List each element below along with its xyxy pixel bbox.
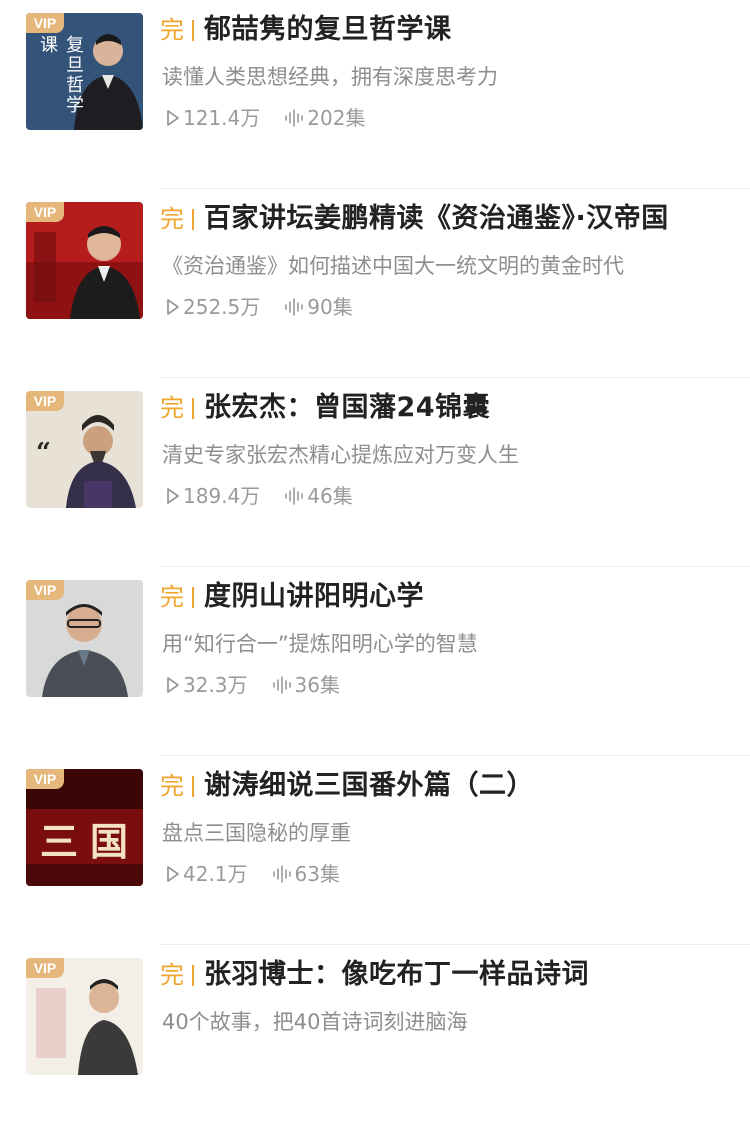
- album-title[interactable]: 百家讲坛姜鹏精读《资治通鉴》·汉帝国: [204, 201, 669, 237]
- play-count-value: 32.3万: [183, 673, 248, 697]
- complete-badge: 完: [160, 957, 194, 993]
- audio-wave-icon: [272, 865, 291, 883]
- album-stats: 189.4万 46集: [166, 482, 377, 510]
- episode-count-value: 46集: [307, 484, 353, 508]
- play-count: 189.4万: [166, 482, 260, 510]
- vip-badge: VIP: [26, 202, 64, 222]
- complete-badge: 完: [160, 12, 194, 48]
- episode-count-value: 63集: [294, 862, 340, 886]
- cover-title-text: 三国: [40, 819, 141, 864]
- album-cover[interactable]: 复旦哲学课 VIP: [26, 13, 143, 130]
- album-item[interactable]: 三国 VIP 完 谢涛细说三国番外篇（二） 盘点三国隐秘的厚重 42.1万 63…: [0, 756, 750, 945]
- album-title[interactable]: 张羽博士：像吃布丁一样品诗词: [204, 957, 589, 993]
- play-icon: [167, 488, 179, 504]
- album-item[interactable]: VIP 完 百家讲坛姜鹏精读《资治通鉴》·汉帝国 《资治通鉴》如何描述中国大一统…: [0, 189, 750, 378]
- complete-badge: 完: [160, 201, 194, 237]
- play-icon: [167, 110, 179, 126]
- album-cover[interactable]: 三国 VIP: [26, 769, 143, 886]
- album-item[interactable]: VIP 完 张羽博士：像吃布丁一样品诗词 40个故事，把40首诗词刻进脑海: [0, 945, 750, 1134]
- album-title[interactable]: 郁喆隽的复旦哲学课: [204, 12, 452, 48]
- album-subtitle: 盘点三国隐秘的厚重: [162, 821, 351, 845]
- album-cover[interactable]: VIP: [26, 958, 143, 1075]
- album-stats: 42.1万 63集: [166, 860, 364, 888]
- album-title[interactable]: 谢涛细说三国番外篇（二）: [204, 768, 534, 804]
- album-cover[interactable]: VIP: [26, 580, 143, 697]
- album-cover[interactable]: “ VIP: [26, 391, 143, 508]
- audio-wave-icon: [285, 298, 304, 316]
- album-title[interactable]: 度阴山讲阳明心学: [204, 579, 424, 615]
- play-count: 252.5万: [166, 293, 260, 321]
- album-item[interactable]: VIP 完 度阴山讲阳明心学 用“知行合一”提炼阳明心学的智慧 32.3万 36…: [0, 567, 750, 756]
- album-item[interactable]: “ VIP 完 张宏杰：曾国藩24锦囊 清史专家张宏杰精心提炼应对万变人生 18…: [0, 378, 750, 567]
- episode-count: 63集: [272, 860, 340, 888]
- episode-count: 202集: [284, 104, 365, 132]
- album-stats: 252.5万 90集: [166, 293, 377, 321]
- episode-count-value: 90集: [307, 295, 353, 319]
- svg-text:“: “: [36, 438, 51, 468]
- play-count-value: 189.4万: [183, 484, 261, 508]
- album-subtitle: 读懂人类思想经典，拥有深度思考力: [162, 65, 498, 89]
- vip-badge: VIP: [26, 580, 64, 600]
- album-cover[interactable]: VIP: [26, 202, 143, 319]
- album-list: 复旦哲学课 VIP 完 郁喆隽的复旦哲学课 读懂人类思想经典，拥有深度思考力 1…: [0, 0, 750, 1134]
- album-title[interactable]: 张宏杰：曾国藩24锦囊: [204, 390, 490, 426]
- album-subtitle: 《资治通鉴》如何描述中国大一统文明的黄金时代: [162, 254, 624, 278]
- play-count: 121.4万: [166, 104, 260, 132]
- play-count-value: 121.4万: [183, 106, 261, 130]
- episode-count-value: 36集: [294, 673, 340, 697]
- play-count: 42.1万: [166, 860, 248, 888]
- episode-count-value: 202集: [307, 106, 366, 130]
- play-count-value: 42.1万: [183, 862, 248, 886]
- play-icon: [167, 299, 179, 315]
- cover-title-text: 复旦哲学课: [37, 35, 84, 115]
- audio-wave-icon: [285, 109, 304, 127]
- album-subtitle: 清史专家张宏杰精心提炼应对万变人生: [162, 443, 519, 467]
- episode-count: 36集: [272, 671, 340, 699]
- vip-badge: VIP: [26, 391, 64, 411]
- play-count-value: 252.5万: [183, 295, 261, 319]
- vip-badge: VIP: [26, 769, 64, 789]
- episode-count: 90集: [284, 293, 353, 321]
- album-subtitle: 用“知行合一”提炼阳明心学的智慧: [162, 632, 478, 656]
- album-stats: 121.4万 202集: [166, 104, 389, 132]
- album-subtitle: 40个故事，把40首诗词刻进脑海: [162, 1010, 468, 1034]
- album-item[interactable]: 复旦哲学课 VIP 完 郁喆隽的复旦哲学课 读懂人类思想经典，拥有深度思考力 1…: [0, 0, 750, 189]
- episode-count: 46集: [284, 482, 353, 510]
- play-icon: [167, 866, 179, 882]
- audio-wave-icon: [272, 676, 291, 694]
- vip-badge: VIP: [26, 13, 64, 33]
- complete-badge: 完: [160, 390, 194, 426]
- play-count: 32.3万: [166, 671, 248, 699]
- play-icon: [167, 677, 179, 693]
- complete-badge: 完: [160, 768, 194, 804]
- audio-wave-icon: [285, 487, 304, 505]
- album-stats: 32.3万 36集: [166, 671, 364, 699]
- complete-badge: 完: [160, 579, 194, 615]
- vip-badge: VIP: [26, 958, 64, 978]
